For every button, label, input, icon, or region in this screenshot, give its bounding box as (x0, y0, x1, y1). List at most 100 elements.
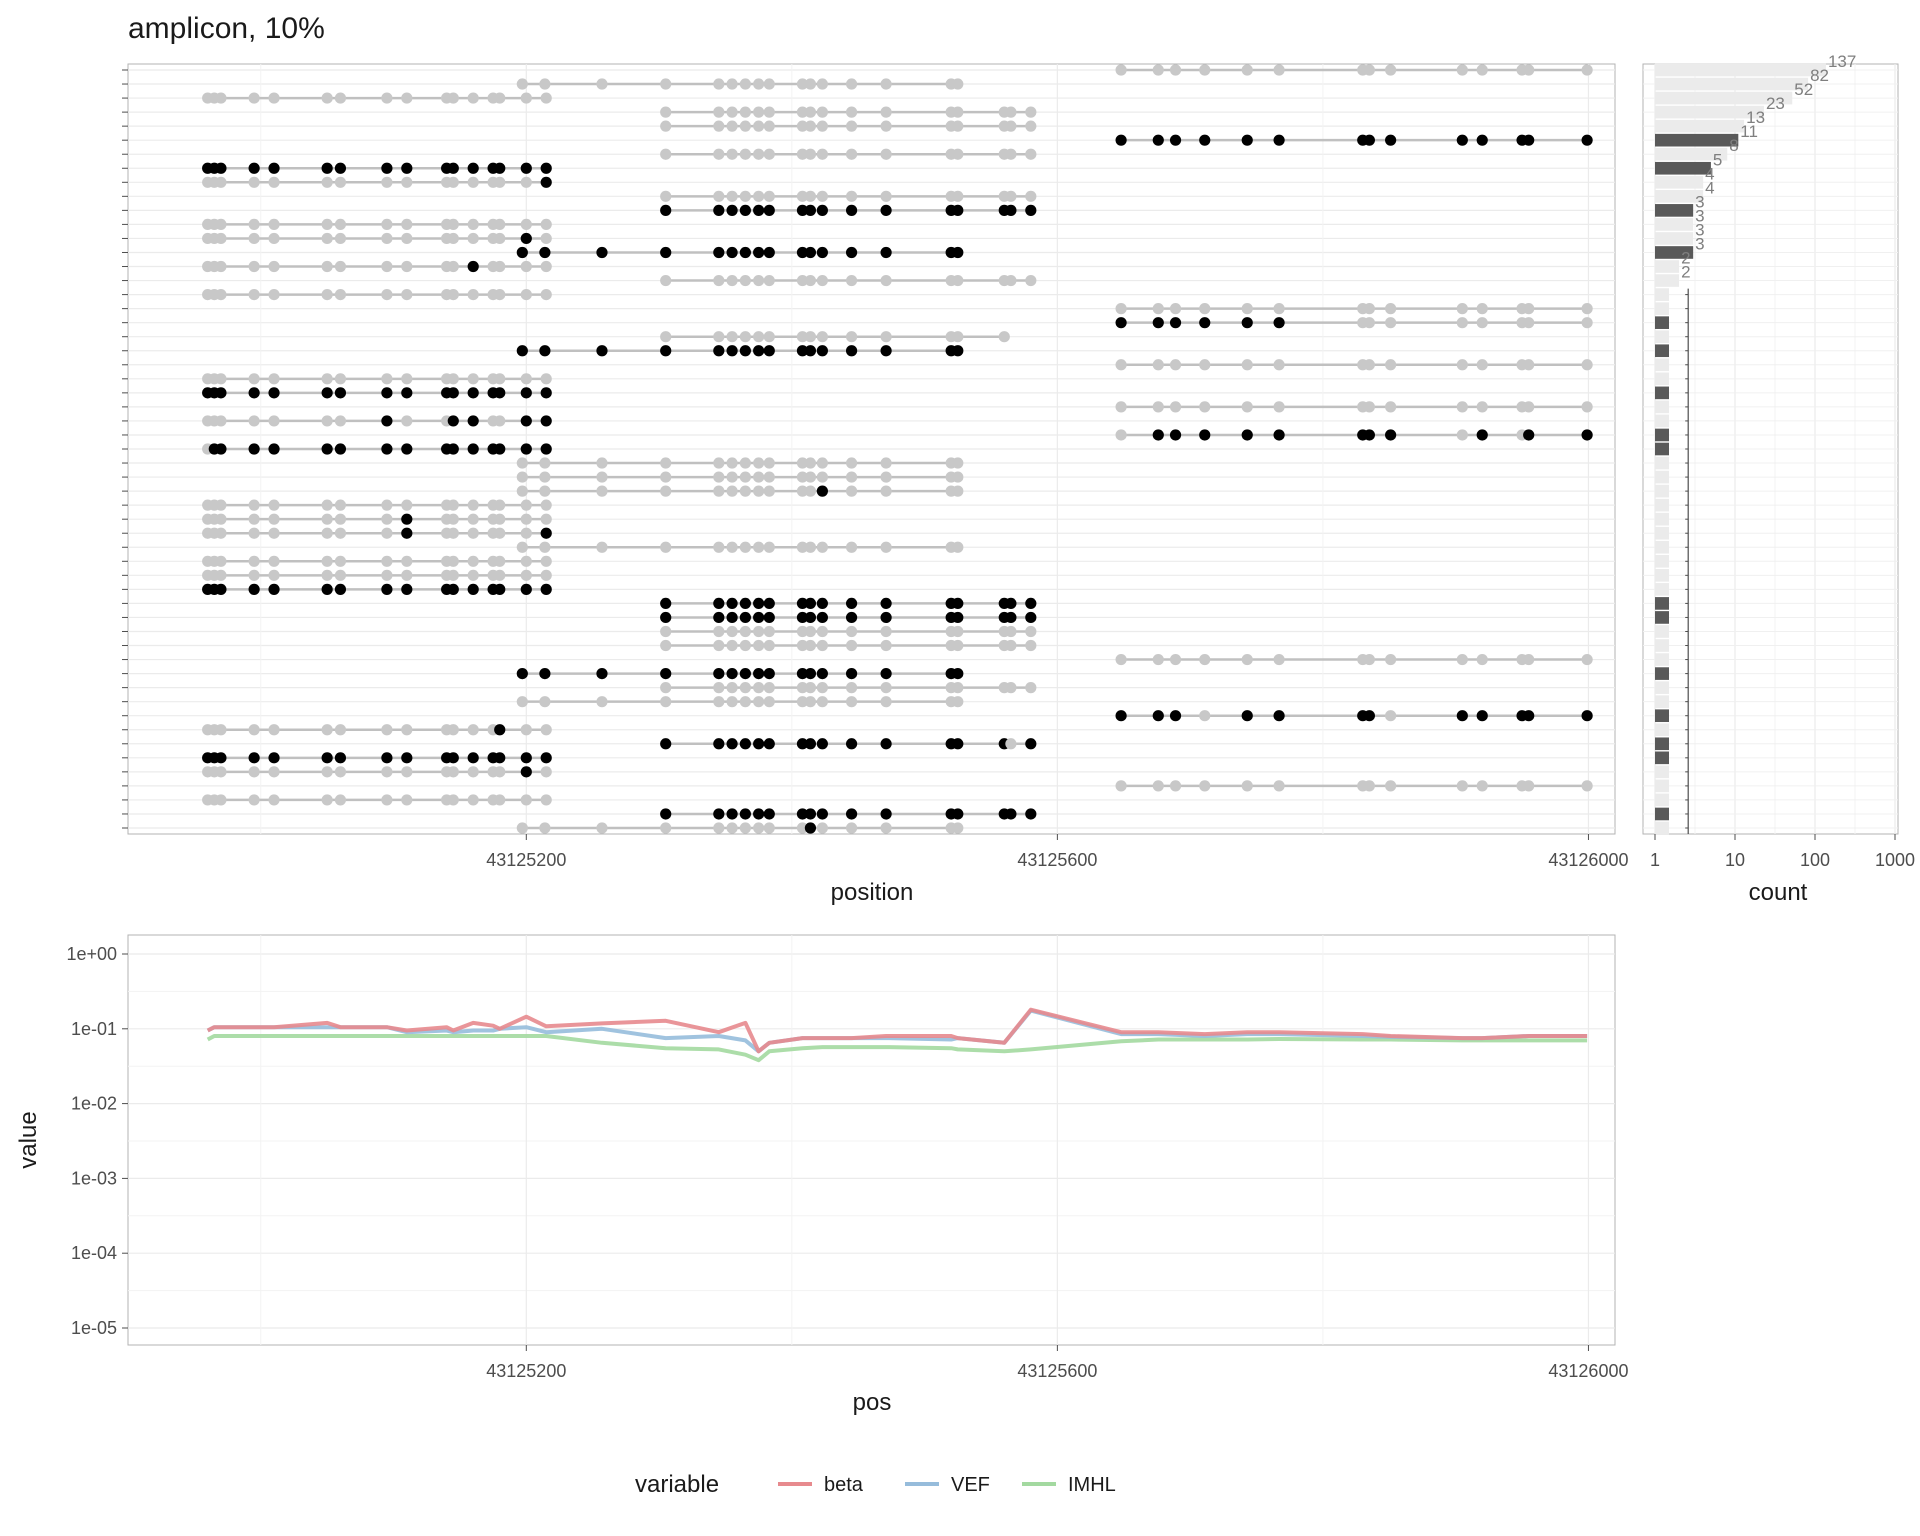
unmethylated-site (447, 232, 459, 245)
methylated-site (1241, 317, 1253, 329)
unmethylated-site (381, 92, 393, 104)
methylated-site (520, 766, 532, 778)
read (202, 288, 552, 301)
unmethylated-site (816, 120, 828, 132)
unmethylated-site (804, 625, 817, 638)
line-x-axis-title: pos (853, 1389, 892, 1416)
methylated-site (845, 246, 858, 259)
methylated-site (753, 204, 765, 216)
count-bar (1655, 161, 1711, 175)
unmethylated-site (1581, 780, 1593, 792)
unmethylated-site (816, 106, 828, 118)
unmethylated-site (520, 373, 532, 385)
methylated-site (1025, 611, 1037, 624)
unmethylated-site (1199, 64, 1211, 76)
unmethylated-site (739, 457, 751, 469)
unmethylated-site (660, 485, 672, 497)
read (1115, 134, 1593, 146)
unmethylated-site (952, 148, 964, 160)
methylated-site (763, 611, 775, 624)
unmethylated-site (268, 527, 280, 539)
unmethylated-site (1199, 359, 1211, 371)
methylated-site (845, 808, 858, 820)
line-y-axis-title: value (15, 1111, 42, 1168)
methylated-site (816, 611, 828, 624)
unmethylated-site (596, 822, 608, 834)
unmethylated-site (215, 527, 227, 539)
unmethylated-site (334, 373, 347, 385)
unmethylated-site (726, 106, 738, 118)
unmethylated-site (520, 92, 532, 104)
unmethylated-site (660, 78, 672, 90)
unmethylated-site (401, 92, 413, 104)
unmethylated-site (1523, 653, 1535, 666)
methylated-site (1169, 429, 1182, 441)
unmethylated-site (845, 78, 858, 90)
methylated-site (739, 204, 751, 216)
unmethylated-site (739, 120, 751, 132)
unmethylated-site (1005, 639, 1017, 652)
unmethylated-site (540, 92, 552, 104)
methylated-site (596, 246, 608, 259)
count-bar (1655, 428, 1669, 442)
unmethylated-site (753, 120, 765, 132)
methylated-site (713, 667, 725, 680)
count-bar-label: 23 (1766, 94, 1785, 113)
unmethylated-site (268, 288, 280, 301)
unmethylated-site (381, 794, 393, 806)
methylated-site (321, 752, 333, 764)
unmethylated-site (1523, 317, 1535, 329)
unmethylated-site (763, 625, 775, 638)
y-tick-label: 1e+00 (66, 944, 117, 964)
x-tick-label: 1 (1650, 850, 1660, 870)
unmethylated-site (713, 190, 725, 202)
methylated-site (1273, 429, 1285, 441)
unmethylated-site (1385, 303, 1397, 315)
read (660, 738, 1037, 750)
methylated-site (763, 597, 775, 610)
unmethylated-site (248, 555, 260, 567)
methylated-site (447, 415, 459, 427)
methylated-site (952, 808, 964, 820)
unmethylated-site (1152, 64, 1164, 76)
methylated-site (467, 260, 479, 273)
methylated-site (1152, 429, 1164, 441)
unmethylated-site (494, 499, 506, 511)
unmethylated-site (845, 682, 858, 694)
methylated-site (763, 738, 775, 750)
unmethylated-site (215, 766, 227, 778)
unmethylated-site (248, 499, 260, 511)
methylated-site (660, 345, 672, 357)
count-bar (1655, 400, 1669, 414)
methylated-site (739, 808, 751, 820)
methylated-site (753, 246, 765, 259)
unmethylated-site (763, 541, 775, 553)
unmethylated-site (467, 176, 479, 188)
methylated-site (880, 204, 892, 216)
unmethylated-site (334, 766, 347, 778)
unmethylated-site (660, 274, 672, 287)
unmethylated-site (516, 471, 528, 483)
unmethylated-site (401, 288, 413, 301)
unmethylated-site (268, 218, 280, 231)
unmethylated-site (880, 120, 892, 132)
unmethylated-site (215, 288, 227, 301)
methylated-site (845, 597, 858, 610)
unmethylated-site (381, 569, 393, 581)
methylated-site (880, 246, 892, 259)
unmethylated-site (1025, 120, 1037, 132)
unmethylated-site (248, 569, 260, 581)
unmethylated-site (1025, 274, 1037, 287)
unmethylated-site (540, 555, 552, 567)
unmethylated-site (334, 513, 347, 525)
unmethylated-site (713, 485, 725, 497)
unmethylated-site (539, 78, 551, 90)
count-bar (1655, 498, 1669, 512)
methylated-site (739, 345, 751, 357)
unmethylated-site (1476, 359, 1488, 371)
count-bar (1655, 344, 1669, 358)
unmethylated-site (1581, 359, 1593, 371)
methylated-site (660, 738, 672, 750)
unmethylated-site (494, 232, 506, 245)
unmethylated-site (763, 331, 775, 343)
